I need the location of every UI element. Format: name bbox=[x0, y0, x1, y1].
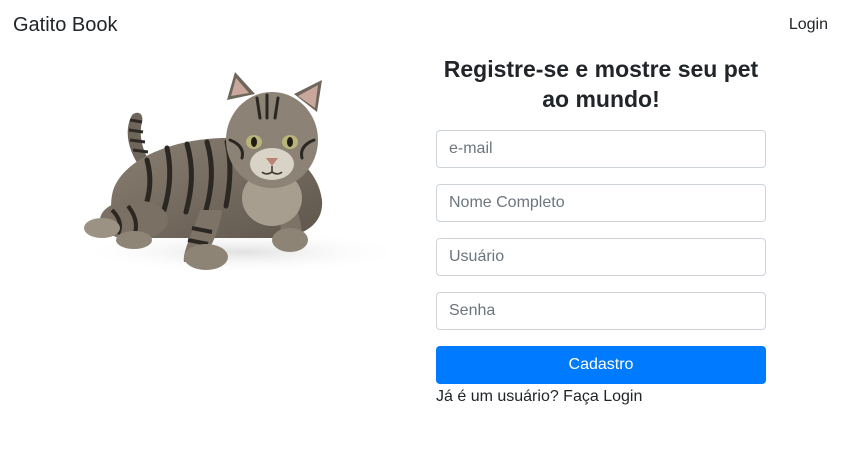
full-name-field[interactable] bbox=[436, 184, 766, 222]
page-title: Registre-se e mostre seu pet ao mundo! bbox=[443, 56, 759, 112]
login-prompt-link[interactable]: Já é um usuário? Faça Login bbox=[436, 388, 766, 406]
brand-logo-link[interactable]: Gatito Book bbox=[13, 14, 118, 37]
email-field[interactable] bbox=[436, 130, 766, 168]
register-button[interactable]: Cadastro bbox=[436, 346, 766, 384]
register-form: Registre-se e mostre seu pet ao mundo! C… bbox=[436, 54, 766, 406]
top-navbar: Gatito Book Login bbox=[0, 0, 842, 52]
nav-login-link[interactable]: Login bbox=[789, 16, 828, 34]
cat-photo bbox=[72, 60, 412, 280]
username-field[interactable] bbox=[436, 238, 766, 276]
password-field[interactable] bbox=[436, 292, 766, 330]
cat-illustration bbox=[77, 72, 407, 274]
